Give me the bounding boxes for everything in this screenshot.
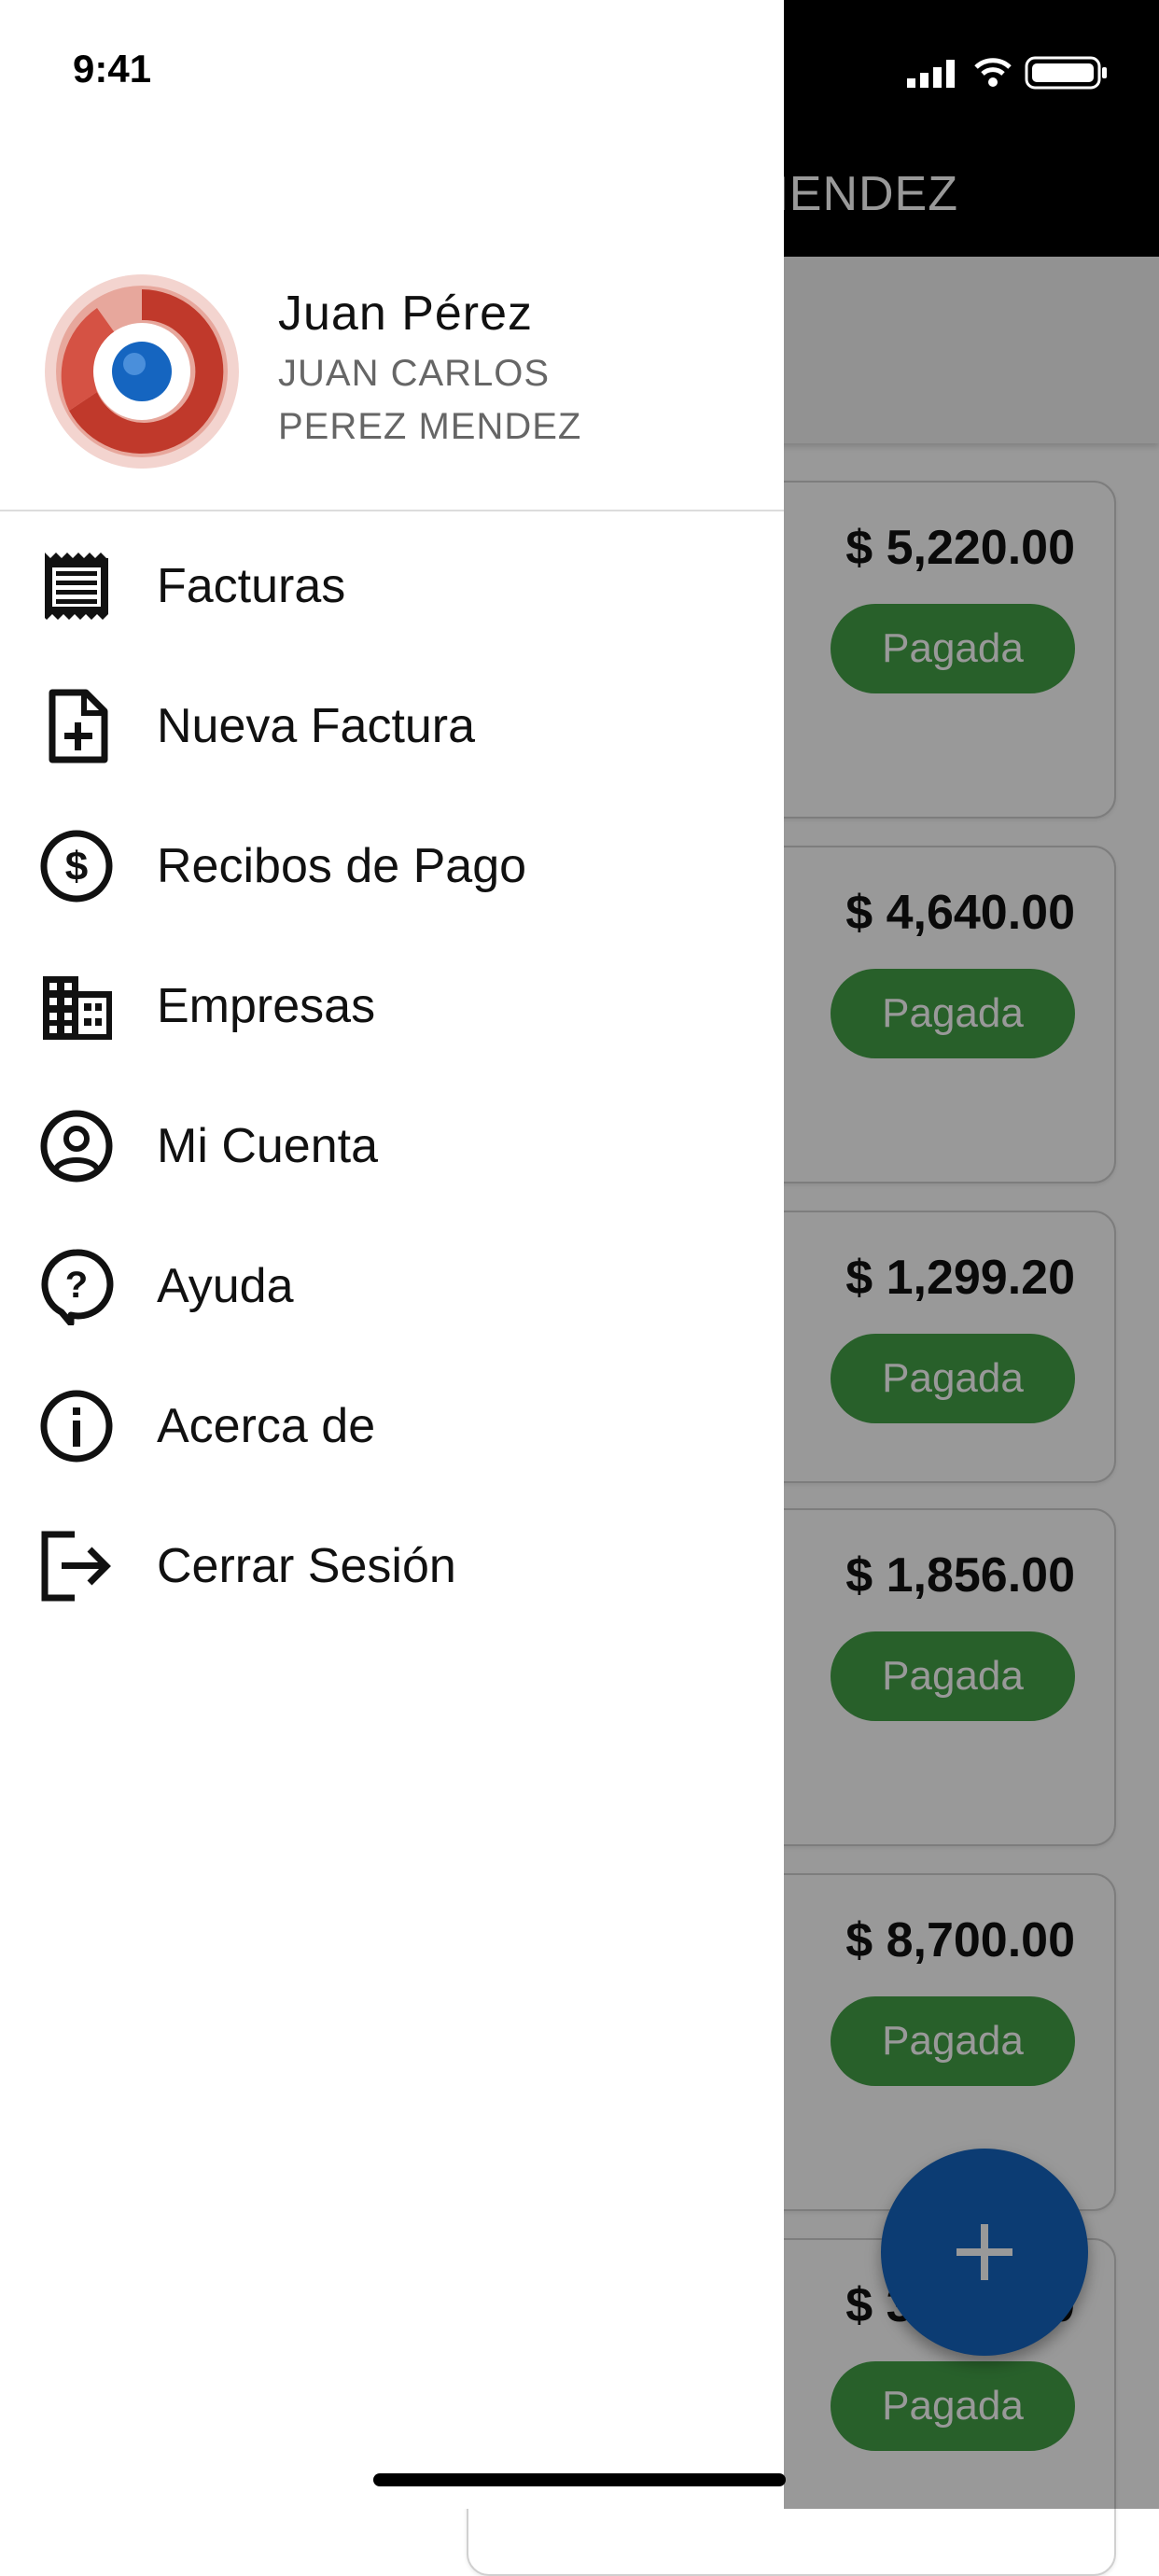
wifi-icon <box>974 58 1012 87</box>
menu-label: Ayuda <box>157 1259 294 1313</box>
menu-item-recibos-de-pago[interactable]: $ Recibos de Pago <box>0 795 784 926</box>
navigation-drawer: Juan Pérez JUAN CARLOS PEREZ MENDEZ Fact… <box>0 0 784 2509</box>
user-full-name-line1: JUAN CARLOS <box>278 353 551 394</box>
menu-item-nueva-factura[interactable]: Nueva Factura <box>0 655 784 786</box>
menu-label: Facturas <box>157 559 346 613</box>
company-logo-avatar <box>45 274 239 469</box>
help-icon: ? <box>41 1249 114 1325</box>
dollar-circle-icon: $ <box>40 830 113 903</box>
menu-item-mi-cuenta[interactable]: Mi Cuenta <box>0 1075 784 1206</box>
receipt-icon <box>45 553 108 620</box>
business-icon <box>43 976 112 1040</box>
logout-icon <box>41 1531 111 1602</box>
menu-item-acerca-de[interactable]: Acerca de <box>0 1355 784 1486</box>
battery-icon <box>1025 56 1107 90</box>
svg-text:?: ? <box>65 1265 88 1306</box>
menu-item-ayuda[interactable]: ? Ayuda <box>0 1215 784 1346</box>
menu-label: Cerrar Sesión <box>157 1539 456 1593</box>
menu-label: Mi Cuenta <box>157 1119 378 1173</box>
menu-label: Nueva Factura <box>157 699 476 753</box>
user-full-name-line2: PEREZ MENDEZ <box>278 406 582 447</box>
menu-item-empresas[interactable]: Empresas <box>0 935 784 1066</box>
status-bar-time: 9:41 <box>73 47 152 91</box>
menu-label: Acerca de <box>157 1399 376 1453</box>
home-indicator[interactable] <box>373 2473 786 2486</box>
svg-text:$: $ <box>65 844 88 889</box>
user-name: Juan Pérez <box>278 287 534 341</box>
note-add-icon <box>49 689 108 763</box>
info-icon <box>40 1390 113 1463</box>
status-bar-icons <box>907 54 1112 91</box>
drawer-profile-header: Juan Pérez JUAN CARLOS PEREZ MENDEZ <box>0 252 784 511</box>
menu-item-cerrar-sesion[interactable]: Cerrar Sesión <box>0 1495 784 1626</box>
menu-item-facturas[interactable]: Facturas <box>0 515 784 646</box>
signal-icon <box>907 60 955 88</box>
menu-label: Empresas <box>157 979 376 1033</box>
menu-label: Recibos de Pago <box>157 839 527 893</box>
account-circle-icon <box>40 1110 113 1183</box>
